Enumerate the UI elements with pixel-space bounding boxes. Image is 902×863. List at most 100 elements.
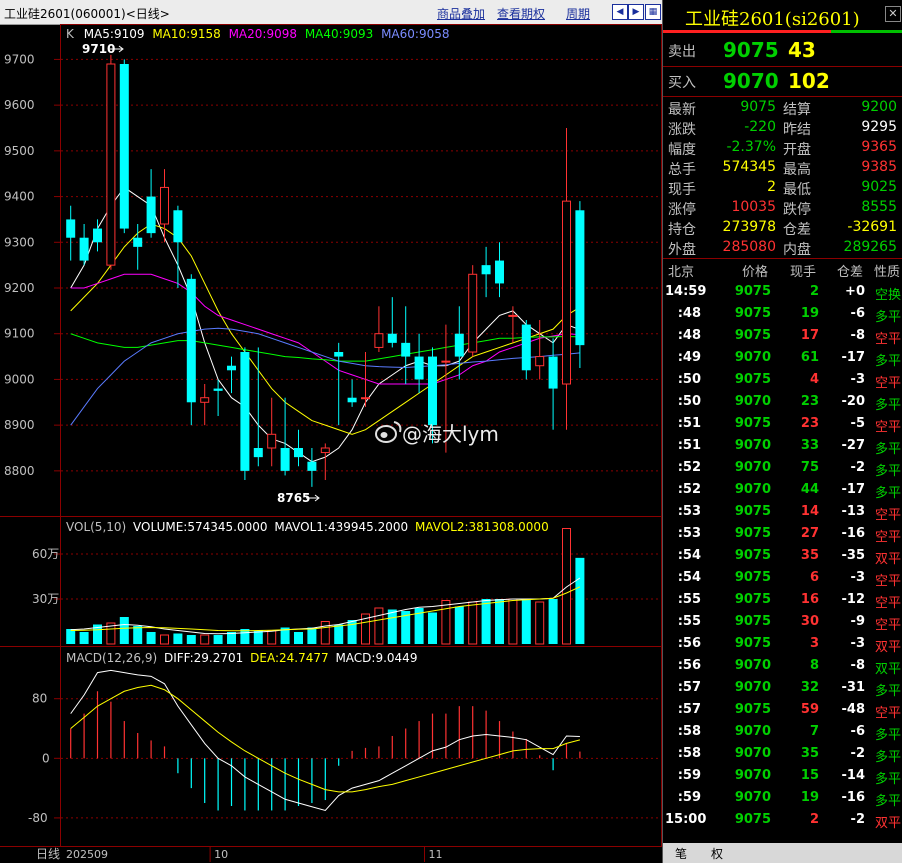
- volume-bar-down: [186, 635, 196, 644]
- close-icon[interactable]: ✕: [885, 6, 901, 22]
- x-axis-label: 日线: [36, 847, 60, 861]
- candle-body-down: [334, 352, 344, 357]
- tick-vol: 30: [800, 614, 819, 629]
- bid-label: 买入: [668, 75, 696, 91]
- tick-time: :58: [677, 746, 701, 761]
- view-options-link[interactable]: 查看期权: [497, 5, 545, 22]
- tick-vol: 33: [800, 438, 819, 453]
- candle-body-up: [160, 186, 169, 225]
- volume-bar-down: [307, 627, 317, 644]
- tick-time: :52: [677, 482, 701, 497]
- period-link[interactable]: 周期: [566, 5, 590, 22]
- tick-row[interactable]: :48 9075 17 -8 空平: [663, 325, 902, 347]
- tick-nature: 空平: [874, 508, 901, 523]
- tick-row[interactable]: :51 9070 33 -27 多平: [663, 435, 902, 457]
- tick-row[interactable]: 14:59 9075 2 +0 空换: [663, 281, 902, 303]
- volume-bar-up: [562, 528, 571, 645]
- tick-row[interactable]: :50 9070 23 -20 多平: [663, 391, 902, 413]
- x-axis: 日线 202509 10 11: [36, 847, 443, 862]
- tick-row[interactable]: :50 9075 4 -3 空平: [663, 369, 902, 391]
- tick-row[interactable]: :53 9075 27 -16 空平: [663, 523, 902, 545]
- tick-row[interactable]: :54 9075 35 -35 双平: [663, 545, 902, 567]
- candle-body-up: [320, 447, 330, 454]
- kline-y-axis: 9700 9600 9500 9400 9300 9200 9100 9000 8900 8800: [4, 52, 60, 478]
- tick-row[interactable]: :59 9070 15 -14 多平: [663, 765, 902, 787]
- tick-oi: -16: [841, 526, 866, 541]
- tick-time: :50: [677, 394, 701, 409]
- candle-body-up: [361, 397, 370, 400]
- tick-time: :55: [677, 592, 701, 607]
- volume-bars: [66, 528, 585, 645]
- volume-bar-down: [481, 599, 491, 644]
- macd-value-label: MACD:9.0449: [335, 651, 418, 665]
- tab-rights[interactable]: 权: [711, 845, 723, 862]
- tick-vol: 27: [800, 526, 819, 541]
- tick-row[interactable]: :52 9070 75 -2 多平: [663, 457, 902, 479]
- tick-row[interactable]: 15:00 9075 2 -2 双平: [663, 809, 902, 831]
- tick-row[interactable]: :58 9070 35 -2 多平: [663, 743, 902, 765]
- tick-row[interactable]: :48 9075 19 -6 多平: [663, 303, 902, 325]
- tick-vol: 3: [809, 636, 819, 651]
- chart-area[interactable]: 9700 9600 9500 9400 9300 9200 9100 9000 8900 8800…: [0, 24, 662, 863]
- macd-y-axis: 80 0 -80: [28, 692, 60, 825]
- candle-body-down: [173, 210, 183, 243]
- tick-vol: 61: [800, 350, 819, 365]
- tick-row[interactable]: :57 9070 32 -31 多平: [663, 677, 902, 699]
- volume-bar-down: [133, 626, 143, 644]
- tick-row[interactable]: :54 9075 6 -3 空平: [663, 567, 902, 589]
- volume-bar-down: [575, 557, 585, 644]
- tick-oi: +0: [845, 284, 865, 299]
- grid-icon[interactable]: ▦: [645, 4, 661, 20]
- ma10-line: [70, 223, 581, 435]
- bid-row: 买入 9070 102: [663, 69, 902, 95]
- tick-time: :53: [677, 504, 701, 519]
- candle-body-up: [562, 200, 571, 385]
- candle-body-down: [294, 448, 303, 458]
- tick-nature: 多平: [874, 442, 901, 457]
- quote-label: 最新: [668, 102, 696, 118]
- tick-nature: 空平: [874, 596, 901, 611]
- tick-row[interactable]: :55 9075 16 -12 空平: [663, 589, 902, 611]
- tick-vol: 8: [809, 658, 819, 673]
- tick-price: 9075: [734, 328, 771, 343]
- tick-row[interactable]: :57 9075 59 -48 空平: [663, 699, 902, 721]
- chart-toolbar: 工业硅2601(060001)<日线> 商品叠加 查看期权 周期 ◀ ▶ ▦: [0, 0, 662, 25]
- right-arrow-icon[interactable]: ▶: [628, 4, 644, 20]
- tick-row[interactable]: :55 9075 30 -9 空平: [663, 611, 902, 633]
- tick-vol: 44: [800, 482, 819, 497]
- tick-time: 15:00: [665, 812, 707, 827]
- left-arrow-icon[interactable]: ◀: [612, 4, 628, 20]
- tab-ticks[interactable]: 笔: [675, 845, 687, 862]
- kline-y-tick-label: 8900: [4, 418, 35, 432]
- tick-row[interactable]: :53 9075 14 -13 空平: [663, 501, 902, 523]
- tick-row[interactable]: :58 9070 7 -6 多平: [663, 721, 902, 743]
- tick-price: 9070: [734, 482, 771, 497]
- tick-row[interactable]: :56 9075 3 -3 双平: [663, 633, 902, 655]
- tick-row[interactable]: :51 9075 23 -5 空平: [663, 413, 902, 435]
- quote-value: -2.37%: [726, 139, 776, 155]
- ma5-label: MA5:9109: [83, 27, 145, 41]
- tick-nature: 空平: [874, 376, 901, 391]
- quote-label: 最低: [783, 182, 811, 198]
- tick-row[interactable]: :52 9070 44 -17 多平: [663, 479, 902, 501]
- tick-time: :48: [677, 328, 701, 343]
- volume-bar-down: [454, 606, 464, 644]
- bottom-tabs: 笔 权: [663, 843, 902, 863]
- tick-row[interactable]: :59 9070 19 -16 多平: [663, 787, 902, 809]
- overlay-commodity-link[interactable]: 商品叠加: [437, 5, 485, 22]
- tick-nature: 空平: [874, 706, 901, 721]
- candle-body-down: [119, 64, 129, 229]
- tick-price: 9075: [734, 548, 771, 563]
- quote-label: 最高: [783, 162, 811, 178]
- tick-row[interactable]: :49 9070 61 -17 多平: [663, 347, 902, 369]
- tick-price: 9075: [734, 504, 771, 519]
- tick-row[interactable]: :56 9070 8 -8 双平: [663, 655, 902, 677]
- quote-label: 总手: [668, 162, 696, 178]
- tick-oi: -13: [841, 504, 866, 519]
- quote-row: 幅度 -2.37% 开盘 9365: [663, 138, 902, 158]
- mavol2-label: MAVOL2:381308.0000: [414, 520, 549, 534]
- indicator-label: K: [66, 27, 74, 41]
- tick-nature: 多平: [874, 354, 901, 369]
- ticks-header-price: 价格: [742, 265, 769, 280]
- tick-oi: -3: [850, 372, 865, 387]
